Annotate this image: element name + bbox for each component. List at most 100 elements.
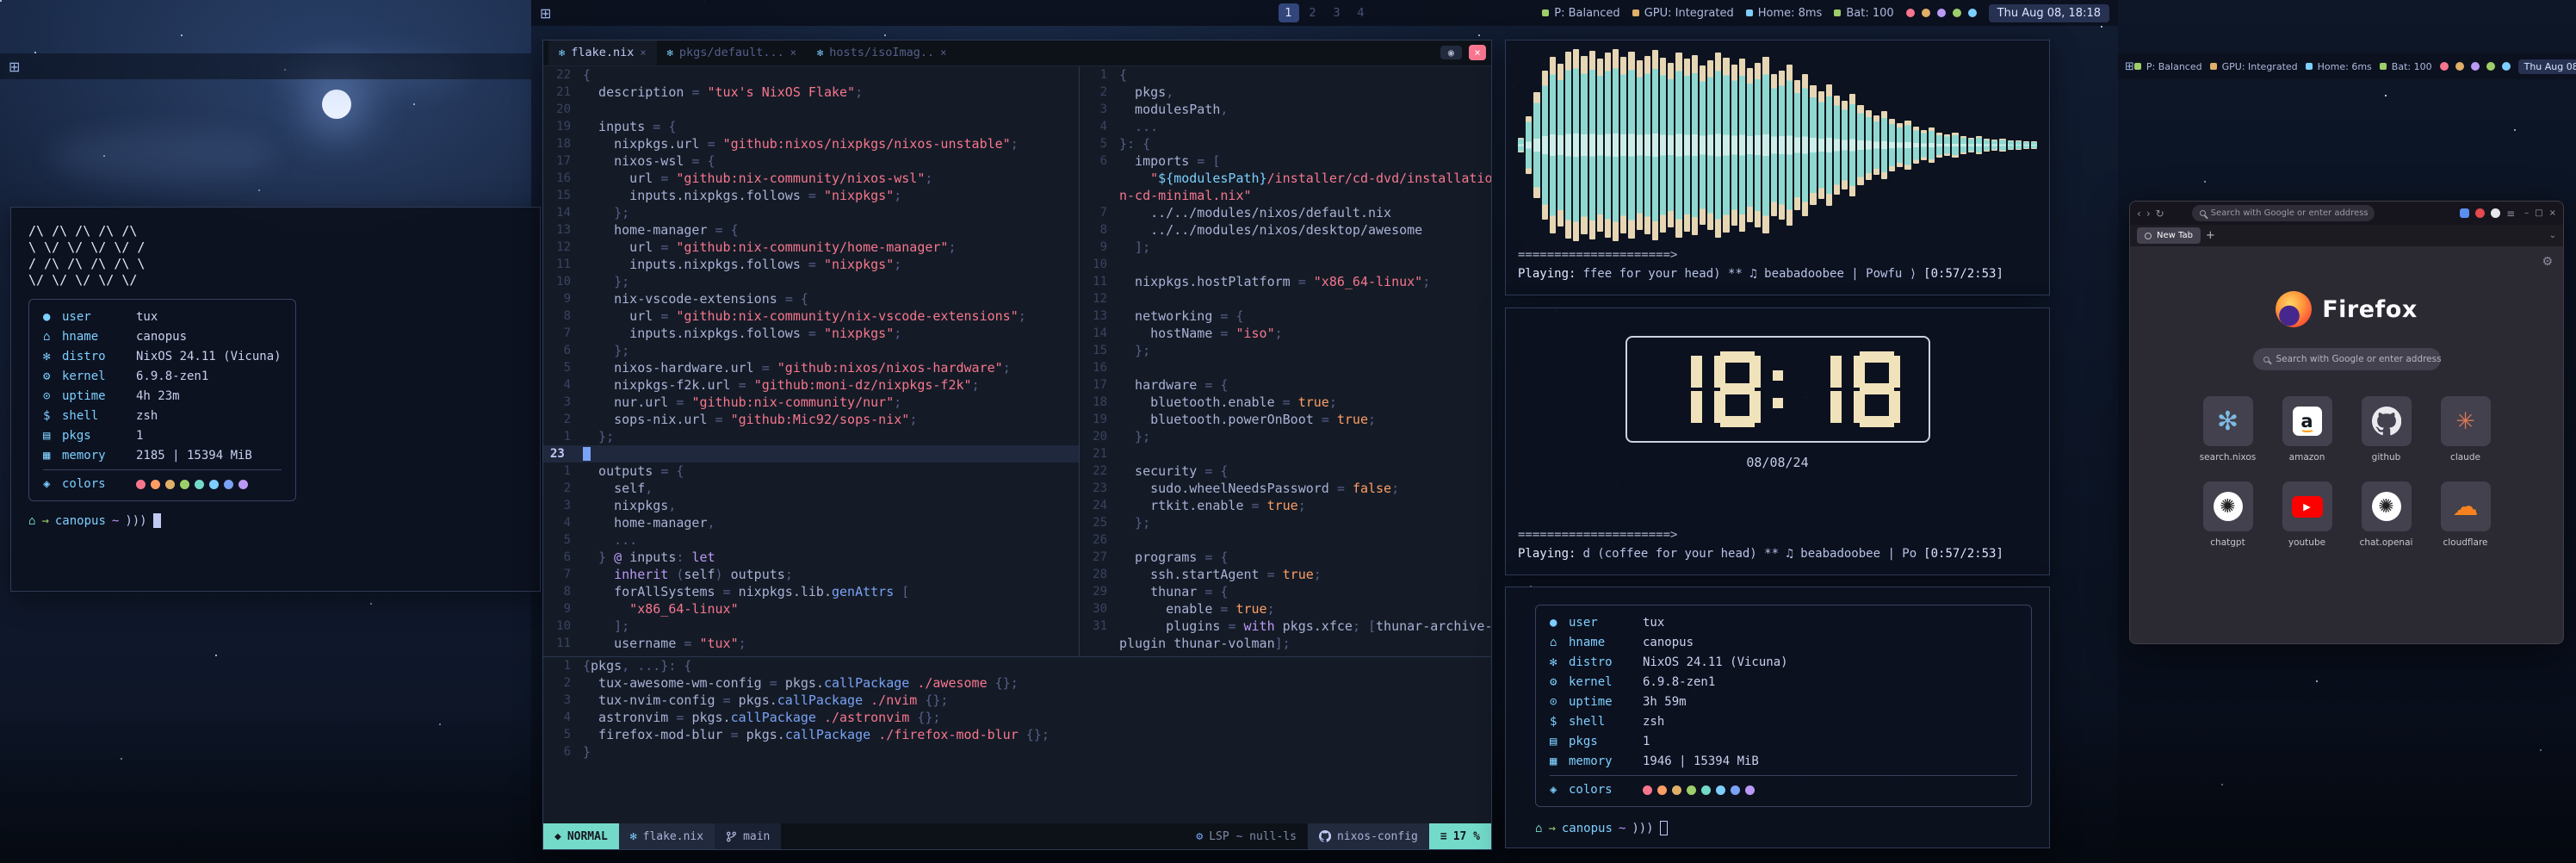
fetch-value: tux bbox=[136, 310, 158, 324]
tray-icon[interactable] bbox=[2455, 62, 2464, 71]
buffer-pkgs-default[interactable]: 1{pkgs, ...}: {2 tux-awesome-wm-config =… bbox=[543, 656, 1491, 823]
launcher-icon[interactable]: ⊞ bbox=[540, 5, 551, 22]
status-item-label: GPU: Integrated bbox=[1644, 7, 1734, 20]
url-bar[interactable]: Search with Google or enter address bbox=[2192, 205, 2375, 221]
prompt-host: canopus bbox=[55, 514, 106, 528]
shortcut-github[interactable]: github bbox=[2350, 396, 2424, 463]
fetch-key: pkgs bbox=[62, 429, 136, 443]
shell-prompt: ⌂ → canopus ~ ))) bbox=[28, 513, 523, 528]
github-icon bbox=[2362, 396, 2412, 446]
tray-icon[interactable] bbox=[1953, 9, 1961, 17]
line-text: inputs.nixpkgs.follows = "nixpkgs"; bbox=[583, 187, 1079, 204]
line-text: forAllSystems = nixpkgs.lib.genAttrs [ bbox=[583, 583, 1079, 600]
extension-icon[interactable] bbox=[2475, 208, 2485, 218]
code-line: 14 }; bbox=[543, 204, 1079, 221]
shortcut-cloudflare[interactable]: ☁cloudflare bbox=[2429, 481, 2503, 548]
extension-icon[interactable] bbox=[2460, 208, 2469, 218]
workspace-button-4[interactable]: 4 bbox=[1351, 3, 1372, 22]
code-line: n-cd-minimal.nix" bbox=[1080, 187, 1491, 204]
tray-icon[interactable] bbox=[2502, 62, 2511, 71]
close-button[interactable]: × bbox=[2549, 208, 2556, 218]
cava-bar bbox=[1652, 50, 1658, 240]
code-line: 10 bbox=[1080, 256, 1491, 273]
openai-icon: ✺ bbox=[2362, 481, 2412, 531]
tray-icon[interactable] bbox=[2440, 62, 2449, 71]
fetch-key: user bbox=[62, 310, 136, 324]
cava-bar bbox=[1873, 115, 1879, 175]
line-text: "${modulesPath}/installer/cd-dvd/install… bbox=[1119, 170, 1491, 187]
tray-icon[interactable] bbox=[1937, 9, 1946, 17]
tray-icon[interactable] bbox=[1906, 9, 1915, 17]
maximize-button[interactable]: □ bbox=[2535, 208, 2542, 218]
minimize-button[interactable]: – bbox=[2524, 208, 2529, 218]
line-number: 15 bbox=[1080, 342, 1119, 359]
line-number: 13 bbox=[543, 221, 583, 239]
code-line: 18 nixpkgs.url = "github:nixos/nixpkgs/n… bbox=[543, 135, 1079, 152]
line-text: "x86_64-linux" bbox=[583, 600, 1079, 618]
bar-right-cluster: P: BalancedGPU: IntegratedHome: 6msBat: … bbox=[2134, 59, 2576, 74]
cava-bar bbox=[1976, 136, 1982, 153]
clock-window[interactable]: 08/08/24 =====================> Playing:… bbox=[1505, 307, 2050, 575]
tray-icon[interactable] bbox=[2486, 62, 2495, 71]
extension-icon[interactable] bbox=[2491, 208, 2500, 218]
shortcut-claude[interactable]: ✳claude bbox=[2429, 396, 2503, 463]
shortcut-youtube[interactable]: ▶youtube bbox=[2270, 481, 2344, 548]
launcher-icon[interactable]: ⊞ bbox=[9, 59, 20, 75]
visualizer-window[interactable]: =====================> Playing: ffee for… bbox=[1505, 40, 2050, 295]
cava-bar bbox=[1936, 133, 1942, 158]
fetch-window[interactable]: ●usertux⌂hnamecanopus✻distroNixOS 24.11 … bbox=[1505, 587, 2050, 848]
tab-close-icon[interactable]: × bbox=[940, 47, 946, 59]
refresh-icon[interactable]: ↻ bbox=[2156, 208, 2164, 220]
terminal-window[interactable]: /\ /\ /\ /\ /\ \ \/ \/ \/ \/ / / /\ /\ /… bbox=[10, 207, 541, 592]
tray-icon[interactable] bbox=[2471, 62, 2480, 71]
fetch-row-uptime: ⊙uptime3h 59m bbox=[1550, 692, 2017, 711]
shortcut-amazon[interactable]: aamazon bbox=[2270, 396, 2344, 463]
shortcut-search-nixos[interactable]: ✻search.nixos bbox=[2191, 396, 2265, 463]
workspace-button-3[interactable]: 3 bbox=[1327, 3, 1347, 22]
close-window-button[interactable]: × bbox=[1469, 45, 1486, 60]
fetch-row-user: ●usertux bbox=[1550, 612, 2017, 632]
forward-icon[interactable]: › bbox=[2146, 208, 2151, 220]
eye-toggle-button[interactable]: ◉ bbox=[1440, 46, 1462, 59]
line-number: 16 bbox=[1080, 359, 1119, 376]
workspace-button-1[interactable]: 1 bbox=[1279, 3, 1299, 22]
personalize-gear-icon[interactable]: ⚙ bbox=[2542, 255, 2553, 269]
tray-icon[interactable] bbox=[1922, 9, 1930, 17]
bar-clock[interactable]: Thu Aug 08, 18:18 bbox=[1989, 4, 2109, 22]
tab-close-icon[interactable]: × bbox=[790, 47, 796, 59]
fetch-value: zsh bbox=[1643, 715, 1664, 729]
amazon-glyph: a bbox=[2293, 407, 2322, 436]
shortcut-chatgpt[interactable]: ✺chatgpt bbox=[2191, 481, 2265, 548]
tab-new-tab[interactable]: New Tab bbox=[2137, 227, 2201, 244]
ascii-art: /\ /\ /\ /\ /\ \ \/ \/ \/ \/ / / /\ /\ /… bbox=[28, 223, 523, 289]
launcher-icon[interactable]: ⊞ bbox=[2125, 60, 2134, 73]
cava-bar bbox=[1675, 53, 1681, 237]
tab-flake-nix[interactable]: ✻flake.nix× bbox=[548, 40, 657, 65]
bar-clock[interactable]: Thu Aug 08, 18:18 bbox=[2518, 59, 2576, 74]
cava-bar bbox=[1849, 94, 1855, 196]
menu-icon[interactable]: ≡ bbox=[2506, 208, 2515, 220]
code-line: 20 bbox=[543, 101, 1079, 118]
tab-list-chevron-icon[interactable]: ⌄ bbox=[2549, 231, 2556, 240]
new-tab-button[interactable]: + bbox=[2206, 229, 2215, 242]
tray-icon[interactable] bbox=[1968, 9, 1977, 17]
tab-pkgs-default-[interactable]: ✻pkgs/default...× bbox=[657, 40, 807, 65]
tab-close-icon[interactable]: × bbox=[640, 47, 646, 59]
cava-bar bbox=[1913, 127, 1919, 163]
color-dot bbox=[209, 480, 219, 489]
line-text bbox=[1119, 359, 1491, 376]
new-tab-search-input[interactable]: Search with Google or enter address bbox=[2253, 348, 2441, 370]
shell-icon: $ bbox=[1550, 715, 1569, 729]
fetch-row-shell: $shellzsh bbox=[43, 406, 282, 425]
buffer-flake-nix[interactable]: 22{21 description = "tux's NixOS Flake";… bbox=[543, 66, 1079, 657]
workspace-button-2[interactable]: 2 bbox=[1303, 3, 1323, 22]
cava-bar bbox=[1589, 51, 1595, 239]
back-icon[interactable]: ‹ bbox=[2137, 208, 2141, 220]
tab-hosts-isoImag-[interactable]: ✻hosts/isoImag..× bbox=[807, 40, 957, 65]
bar-right-cluster: P: BalancedGPU: IntegratedHome: 8msBat: … bbox=[1542, 4, 2109, 22]
code-line: 16 bbox=[1080, 359, 1491, 376]
cava-bar bbox=[1557, 64, 1564, 227]
git-branch-segment: main bbox=[715, 823, 781, 849]
shortcut-chat-openai[interactable]: ✺chat.openai bbox=[2350, 481, 2424, 548]
buffer-iso-image[interactable]: 1{2 pkgs,3 modulesPath,4 ...5}: {6 impor… bbox=[1080, 66, 1491, 657]
